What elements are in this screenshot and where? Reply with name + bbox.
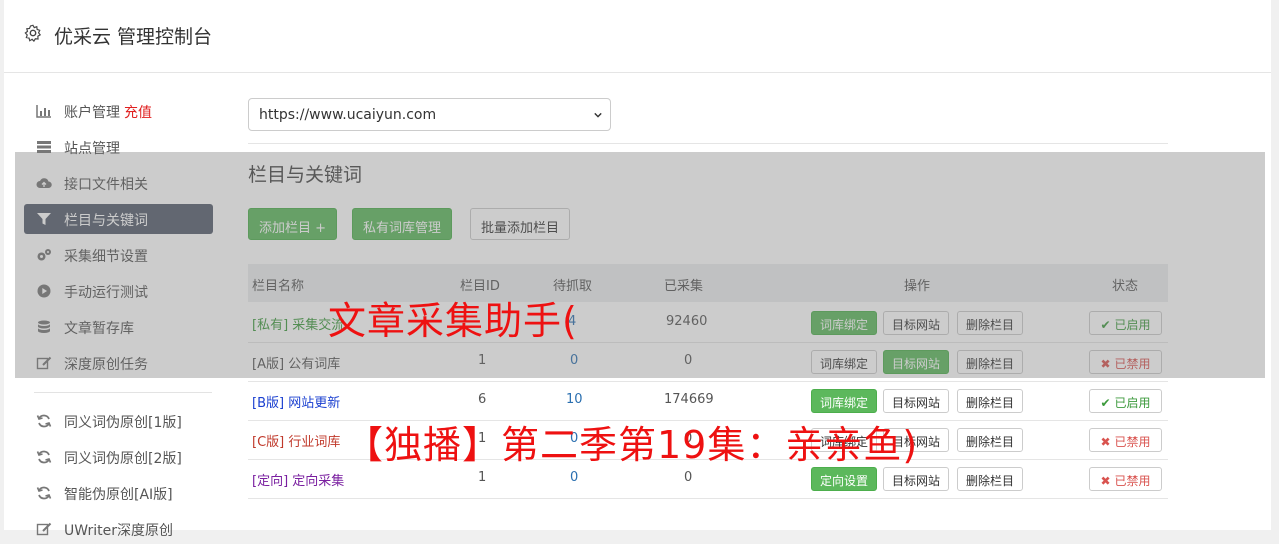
pending-count[interactable]: 10 [566, 392, 583, 407]
recharge-link[interactable]: 充值 [124, 105, 152, 121]
bind-lib-button[interactable]: 词库绑定 [811, 389, 878, 413]
pending-count[interactable]: 0 [570, 470, 578, 485]
refresh-icon [36, 414, 52, 428]
close-icon: ✖ [1100, 435, 1111, 449]
delete-column-button[interactable]: 删除栏目 [957, 428, 1024, 452]
chevron-down-icon [594, 112, 602, 118]
status-label: 已禁用 [1114, 435, 1151, 449]
sidebar-item-label: UWriter深度原创 [64, 523, 173, 539]
watermark-text-line1: 文章采集助手( [328, 299, 578, 343]
sidebar-item-label: 同义词伪原创[1版] [64, 415, 182, 431]
column-name: 网站更新 [288, 396, 341, 411]
column-tag: [定向] [252, 474, 289, 489]
status-button[interactable]: ✔ 已启用 [1089, 389, 1162, 413]
sidebar-item-synonym-v1[interactable]: 同义词伪原创[1版] [24, 406, 213, 436]
close-icon: ✖ [1100, 474, 1111, 488]
column-id: 1 [478, 470, 487, 485]
watermark-text-line2: 【独播】第二季第19集：亲亲鱼) [345, 423, 919, 467]
refresh-icon [36, 486, 52, 500]
delete-column-button[interactable]: 删除栏目 [957, 389, 1024, 413]
check-icon: ✔ [1100, 396, 1111, 410]
gear-icon [24, 24, 42, 42]
edit-icon [36, 522, 52, 536]
divider [248, 143, 1168, 144]
sidebar-item-label: 智能伪原创[AI版] [64, 487, 173, 503]
collected-count: 174669 [664, 392, 714, 407]
status-button[interactable]: ✖ 已禁用 [1089, 467, 1162, 491]
column-name-link[interactable]: [定向] 定向采集 [252, 470, 344, 489]
status-label: 已禁用 [1114, 474, 1151, 488]
delete-column-button[interactable]: 删除栏目 [957, 467, 1024, 491]
status-label: 已启用 [1114, 396, 1151, 410]
column-name-link[interactable]: [B版] 网站更新 [252, 392, 340, 411]
column-name: 行业词库 [288, 435, 341, 450]
sidebar-item-ai-rewrite[interactable]: 智能伪原创[AI版] [24, 478, 213, 508]
column-id: 6 [478, 392, 487, 407]
gray-overlay [15, 152, 1265, 378]
page-title: 优采云 管理控制台 [54, 26, 213, 48]
sidebar-item-account[interactable]: 账户管理 充值 [24, 96, 213, 126]
bar-chart-icon [36, 105, 51, 118]
target-site-button[interactable]: 目标网站 [883, 389, 950, 413]
collected-count: 0 [684, 470, 693, 485]
sidebar-divider [34, 392, 212, 393]
status-button[interactable]: ✖ 已禁用 [1089, 428, 1162, 452]
site-select[interactable]: https://www.ucaiyun.com [248, 98, 611, 131]
column-name-link[interactable]: [C版] 行业词库 [252, 431, 340, 450]
sidebar-item-synonym-v2[interactable]: 同义词伪原创[2版] [24, 442, 213, 472]
sidebar-item-uwriter[interactable]: UWriter深度原创 [24, 514, 213, 544]
column-name: 定向采集 [292, 474, 345, 489]
directed-settings-button[interactable]: 定向设置 [811, 467, 878, 491]
sidebar-item-label: 同义词伪原创[2版] [64, 451, 182, 467]
column-tag: [B版] [252, 396, 285, 411]
sidebar-item-label: 账户管理 [64, 105, 120, 121]
app-header: 优采云 管理控制台 [4, 0, 1271, 73]
site-select-value: https://www.ucaiyun.com [259, 107, 437, 123]
refresh-icon [36, 450, 52, 464]
target-site-button[interactable]: 目标网站 [883, 467, 950, 491]
column-tag: [C版] [252, 435, 285, 450]
